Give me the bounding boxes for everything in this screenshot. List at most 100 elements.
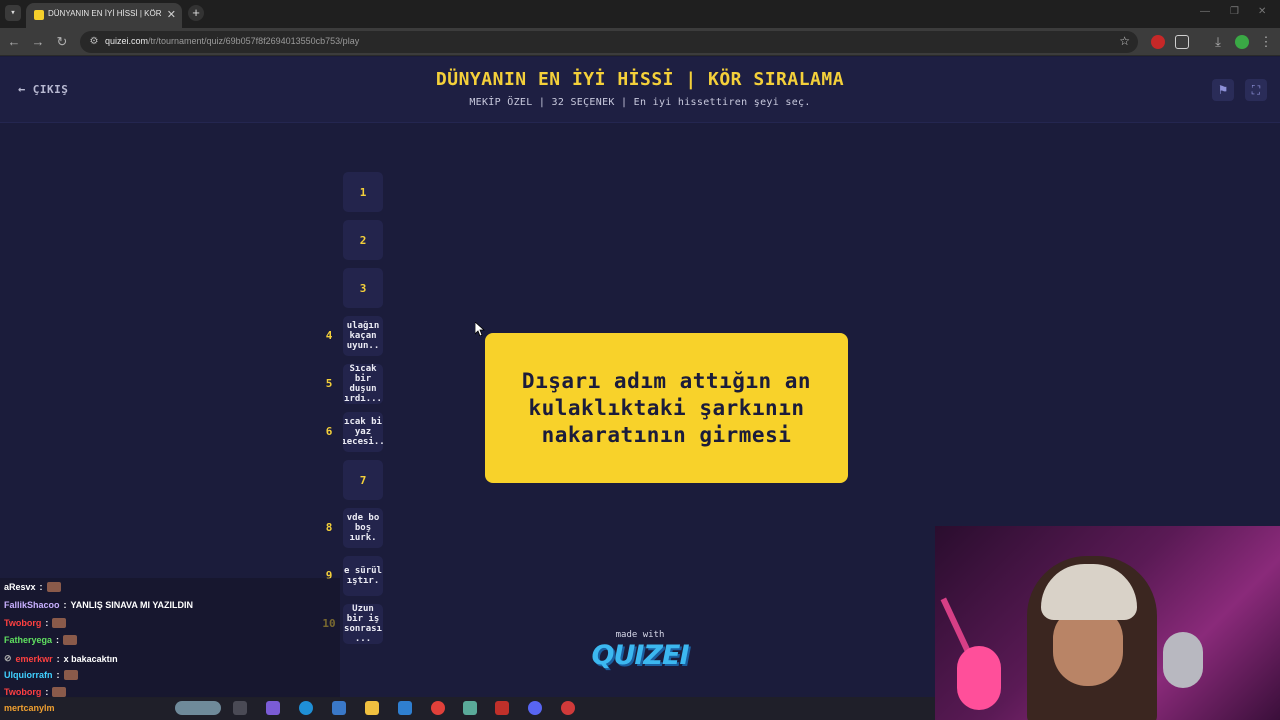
reload-icon[interactable]: ↻ [54, 34, 70, 50]
chat-text: YANLIŞ SINAVA MI YAZILDIN [70, 600, 194, 610]
guitar-lamp [957, 646, 1001, 710]
browser-tab[interactable]: DÜNYANIN EN İYİ HİSSİ | KÖR S ✕ [26, 3, 182, 28]
browser-tabbar: ▾ DÜNYANIN EN İYİ HİSSİ | KÖR S ✕ + — ❐ … [0, 0, 1280, 28]
site-info-icon[interactable]: ⚙ [87, 35, 101, 49]
emote-icon [52, 687, 67, 697]
chat-username: Twoborg [4, 687, 42, 697]
new-tab-button[interactable]: + [188, 5, 204, 21]
bookmark-star-icon[interactable]: ☆ [1119, 34, 1130, 48]
discord-icon[interactable] [528, 701, 542, 715]
ranking-slot[interactable]: 8 vde bo boş ıurk. [318, 508, 388, 548]
minimize-icon[interactable]: — [1200, 6, 1210, 17]
chat-separator: : [45, 618, 49, 628]
menu-icon[interactable]: ⋮ [1258, 34, 1274, 50]
browser-toolbar: ← → ↻ ⚙ quizei.com/tr/tournament/quiz/69… [0, 28, 1280, 56]
slot-content: Uzun bir iş sonrası ... [344, 604, 382, 644]
chat-username: FallikShacoo [4, 600, 60, 610]
tab-favicon-icon [34, 10, 44, 20]
folder-icon[interactable] [365, 701, 379, 715]
streamer-username: mertcanylm [4, 703, 55, 713]
obs-icon[interactable] [561, 701, 575, 715]
slot-box[interactable]: 7 [343, 460, 383, 500]
slot-box[interactable]: ıcak bi yaz ıecesi.. [343, 412, 383, 452]
edge-icon[interactable] [299, 701, 313, 715]
chat-message: Twoborg: [4, 618, 67, 628]
quizei-logo[interactable]: QUIZEI [560, 640, 720, 671]
tab-search-icon[interactable]: ▾ [5, 5, 21, 21]
ranking-slot[interactable]: 5 Sıcak bir duşun ırdı... [318, 364, 388, 404]
back-icon[interactable]: ← [6, 34, 22, 50]
slot-content: ulağın kaçan uyun.. [346, 321, 380, 351]
chat-message: Ulquiorrafn: [4, 670, 78, 680]
chat-username: Ulquiorrafn [4, 670, 53, 680]
copilot-icon[interactable] [266, 701, 280, 715]
slot-box[interactable]: vde bo boş ıurk. [343, 508, 383, 548]
slot-content: e sürül ıştır. [344, 566, 382, 586]
flag-icon[interactable]: ⚑ [1212, 79, 1234, 101]
tab-title: DÜNYANIN EN İYİ HİSSİ | KÖR S [48, 9, 164, 18]
ranking-slot[interactable]: 4 ulağın kaçan uyun.. [318, 316, 388, 356]
chat-username: Twoborg [4, 618, 42, 628]
chat-badge-icon: ⊘ [4, 653, 12, 663]
slot-box[interactable]: Uzun bir iş sonrası ... [343, 604, 383, 644]
ranking-slot[interactable]: 1 [318, 172, 388, 212]
chat-username: emerkwr [15, 653, 53, 664]
outlook-icon[interactable] [398, 701, 412, 715]
chat-separator: : [39, 582, 43, 592]
slot-box[interactable]: 3 [343, 268, 383, 308]
chrome-icon[interactable] [431, 701, 445, 715]
extensions-puzzle-icon[interactable] [1175, 35, 1189, 49]
widget-icon[interactable] [175, 701, 221, 715]
slot-content: 7 [359, 473, 367, 487]
chat-message: ⊘ emerkwr: x bakacaktın [4, 653, 118, 664]
profile-icon[interactable] [1235, 35, 1249, 49]
slot-box[interactable]: 1 [343, 172, 383, 212]
chat-message: aResvx: [4, 582, 61, 592]
made-with-label: made with [615, 630, 665, 640]
slot-box[interactable]: 2 [343, 220, 383, 260]
emote-icon [46, 582, 61, 592]
ranking-slot[interactable]: 2 [318, 220, 388, 260]
taskbar: mertcanylm [0, 697, 935, 720]
slot-content: 3 [359, 281, 367, 295]
tab-close-icon[interactable]: ✕ [167, 8, 176, 21]
slot-box[interactable]: ulağın kaçan uyun.. [343, 316, 383, 356]
chat-message: Fatheryega: [4, 635, 78, 645]
slot-rank: 6 [325, 425, 333, 438]
slot-box[interactable]: e sürül ıştır. [343, 556, 383, 596]
extension-icon[interactable] [1151, 35, 1165, 49]
notepad-icon[interactable] [463, 701, 477, 715]
address-bar[interactable]: ⚙ quizei.com/tr/tournament/quiz/69b057f8… [80, 31, 1138, 53]
quiz-title: DÜNYANIN EN İYİ HİSSİ | KÖR SIRALAMA [435, 69, 845, 90]
slot-rank: 5 [325, 377, 333, 390]
store-icon[interactable] [332, 701, 346, 715]
slot-box[interactable]: Sıcak bir duşun ırdı... [343, 364, 383, 404]
slot-content: 1 [359, 185, 367, 199]
chat-separator: : [56, 670, 60, 680]
forward-icon[interactable]: → [30, 34, 46, 50]
slot-content: Sıcak bir duşun ırdı... [344, 364, 382, 404]
close-window-icon[interactable]: ✕ [1258, 6, 1266, 17]
chat-separator: : [56, 653, 60, 664]
emote-icon [52, 618, 67, 628]
current-option-card[interactable]: Dışarı adım attığın an kulaklıktaki şark… [485, 333, 848, 483]
download-icon[interactable]: ⤓ [1210, 34, 1226, 50]
slot-content: vde bo boş ıurk. [346, 513, 380, 543]
emote-icon [63, 635, 78, 645]
voicemeeter-icon[interactable] [495, 701, 509, 715]
ranking-slot[interactable]: 6 ıcak bi yaz ıecesi.. [318, 412, 388, 452]
webcam-overlay [935, 526, 1280, 720]
stream-chat: aResvx: FallikShacoo: YANLIŞ SINAVA MI Y… [0, 578, 340, 698]
microphone [1163, 632, 1203, 688]
chat-message: Twoborg: [4, 687, 67, 697]
restore-icon[interactable]: ❐ [1230, 6, 1239, 17]
url-text: quizei.com/tr/tournament/quiz/69b057f8f2… [105, 36, 359, 46]
chat-username: Fatheryega [4, 635, 53, 645]
ranking-slot[interactable]: 3 [318, 268, 388, 308]
fullscreen-icon[interactable]: ⛶ [1245, 79, 1267, 101]
ranking-slot[interactable]: 7 [318, 460, 388, 500]
mouse-cursor-icon [475, 322, 485, 336]
task-view-icon[interactable] [233, 701, 247, 715]
url-host: quizei.com [105, 36, 149, 46]
chat-text: x bakacaktın [63, 653, 118, 664]
